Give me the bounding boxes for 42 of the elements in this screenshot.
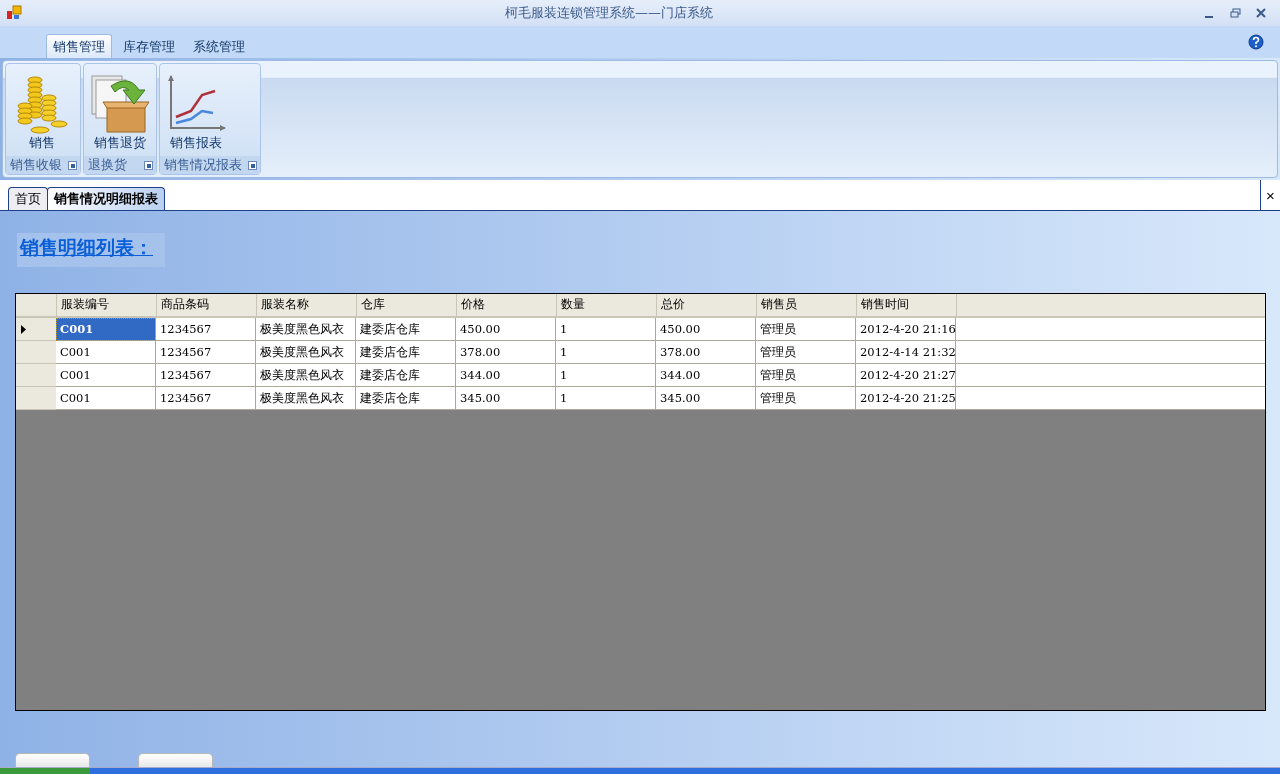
ribbon-tab[interactable]: 销售管理 bbox=[46, 34, 112, 58]
group-caption: 销售收银 bbox=[10, 156, 62, 174]
table-cell: 2012-4-20 21:25 bbox=[856, 387, 956, 410]
ribbon-button[interactable]: 销售报表 bbox=[160, 64, 232, 156]
table-cell: 345.00 bbox=[656, 387, 756, 410]
document-tab[interactable]: 首页 bbox=[8, 187, 48, 210]
section-heading: 销售明细列表： bbox=[17, 233, 165, 267]
column-header[interactable]: 服装编号 bbox=[57, 294, 157, 316]
table-cell: 极美度黑色风衣 bbox=[256, 387, 356, 410]
column-header[interactable]: 仓库 bbox=[357, 294, 457, 316]
window-title: 柯毛服装连锁管理系统——门店系统 bbox=[504, 4, 714, 22]
table-cell: C001 bbox=[56, 387, 156, 410]
table-cell: 345.00 bbox=[456, 387, 556, 410]
help-icon[interactable] bbox=[1248, 34, 1264, 50]
close-icon bbox=[1256, 8, 1266, 18]
group-caption: 退换货 bbox=[88, 156, 127, 174]
ribbon-button[interactable]: 销售 bbox=[6, 64, 78, 156]
table-cell: 管理员 bbox=[756, 387, 856, 410]
ribbon-button[interactable]: 销售退货 bbox=[84, 64, 156, 156]
column-header[interactable]: 服装名称 bbox=[257, 294, 357, 316]
table-cell: 1 bbox=[556, 387, 656, 410]
dialog-launcher-icon[interactable] bbox=[248, 160, 257, 170]
current-row-icon bbox=[21, 324, 26, 334]
dialog-launcher-icon[interactable] bbox=[144, 160, 153, 170]
ribbon-tab[interactable]: 系统管理 bbox=[186, 34, 252, 58]
document-tab[interactable]: 销售情况明细报表 bbox=[47, 187, 165, 210]
ribbon-tab[interactable]: 库存管理 bbox=[116, 34, 182, 58]
table-cell: 建委店仓库 bbox=[356, 387, 456, 410]
column-header[interactable]: 销售员 bbox=[757, 294, 857, 316]
group-caption: 销售情况报表 bbox=[164, 156, 242, 174]
table-cell: 1234567 bbox=[156, 387, 256, 410]
box-return-icon bbox=[89, 72, 151, 134]
column-header[interactable]: 数量 bbox=[557, 294, 657, 316]
table-cell: C001 bbox=[56, 318, 156, 341]
column-header[interactable]: 商品条码 bbox=[157, 294, 257, 316]
dialog-launcher-icon[interactable] bbox=[68, 160, 77, 170]
app-icon bbox=[6, 5, 22, 21]
restore-icon bbox=[1229, 8, 1241, 18]
minimize-icon bbox=[1205, 16, 1213, 18]
row-header[interactable] bbox=[16, 318, 56, 341]
column-header[interactable]: 总价 bbox=[657, 294, 757, 316]
column-header[interactable]: 价格 bbox=[457, 294, 557, 316]
